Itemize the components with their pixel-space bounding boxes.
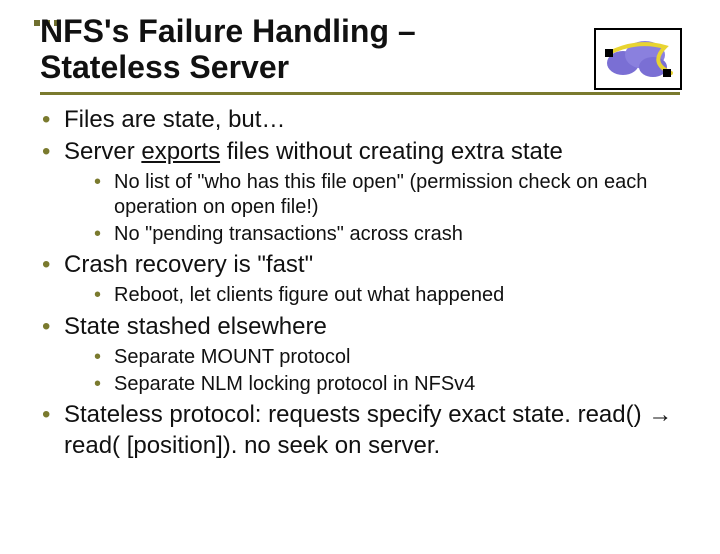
bullet-text: Stateless protocol: requests specify exa… xyxy=(64,401,672,459)
sub-bullet-item: Reboot, let clients figure out what happ… xyxy=(92,283,682,308)
title-line-2: Stateless Server xyxy=(40,49,289,85)
sub-bullet-text: Separate MOUNT protocol xyxy=(114,346,350,368)
bullet-text: State stashed elsewhere xyxy=(64,313,327,340)
bullet-item: State stashed elsewhere Separate MOUNT p… xyxy=(38,312,682,396)
bullet-text: Files are state, but… xyxy=(64,106,285,133)
sub-bullet-text: No "pending transactions" across crash xyxy=(114,223,463,245)
bullet-text-post: files without creating extra state xyxy=(220,138,563,165)
sub-bullet-list: Reboot, let clients figure out what happ… xyxy=(92,283,682,308)
title-block: NFS's Failure Handling – Stateless Serve… xyxy=(40,14,680,95)
sub-bullet-list: Separate MOUNT protocol Separate NLM loc… xyxy=(92,345,682,397)
slide-title: NFS's Failure Handling – Stateless Serve… xyxy=(40,14,680,86)
bullet-list: Files are state, but… Server exports fil… xyxy=(38,105,682,462)
bullet-item: Crash recovery is "fast" Reboot, let cli… xyxy=(38,250,682,308)
sub-bullet-item: No list of "who has this file open" (per… xyxy=(92,170,682,220)
sub-bullet-text: Separate NLM locking protocol in NFSv4 xyxy=(114,373,475,395)
slide: NFS's Failure Handling – Stateless Serve… xyxy=(0,14,720,554)
sub-bullet-item: Separate NLM locking protocol in NFSv4 xyxy=(92,372,682,397)
sub-bullet-text: Reboot, let clients figure out what happ… xyxy=(114,284,504,306)
bullet-text-underline: exports xyxy=(141,138,220,165)
bullet-item: Stateless protocol: requests specify exa… xyxy=(38,400,682,461)
bullet-text-pre: Server xyxy=(64,138,141,165)
bullet-item: Files are state, but… xyxy=(38,105,682,136)
content-body: Files are state, but… Server exports fil… xyxy=(38,105,682,462)
network-icon xyxy=(594,28,682,90)
sub-bullet-item: Separate MOUNT protocol xyxy=(92,345,682,370)
sub-bullet-item: No "pending transactions" across crash xyxy=(92,222,682,247)
title-line-1: NFS's Failure Handling – xyxy=(40,13,416,49)
sub-bullet-list: No list of "who has this file open" (per… xyxy=(92,170,682,246)
bullet-item: Server exports files without creating ex… xyxy=(38,137,682,246)
sub-bullet-text: No list of "who has this file open" (per… xyxy=(114,171,647,218)
bullet-text: Crash recovery is "fast" xyxy=(64,251,313,278)
